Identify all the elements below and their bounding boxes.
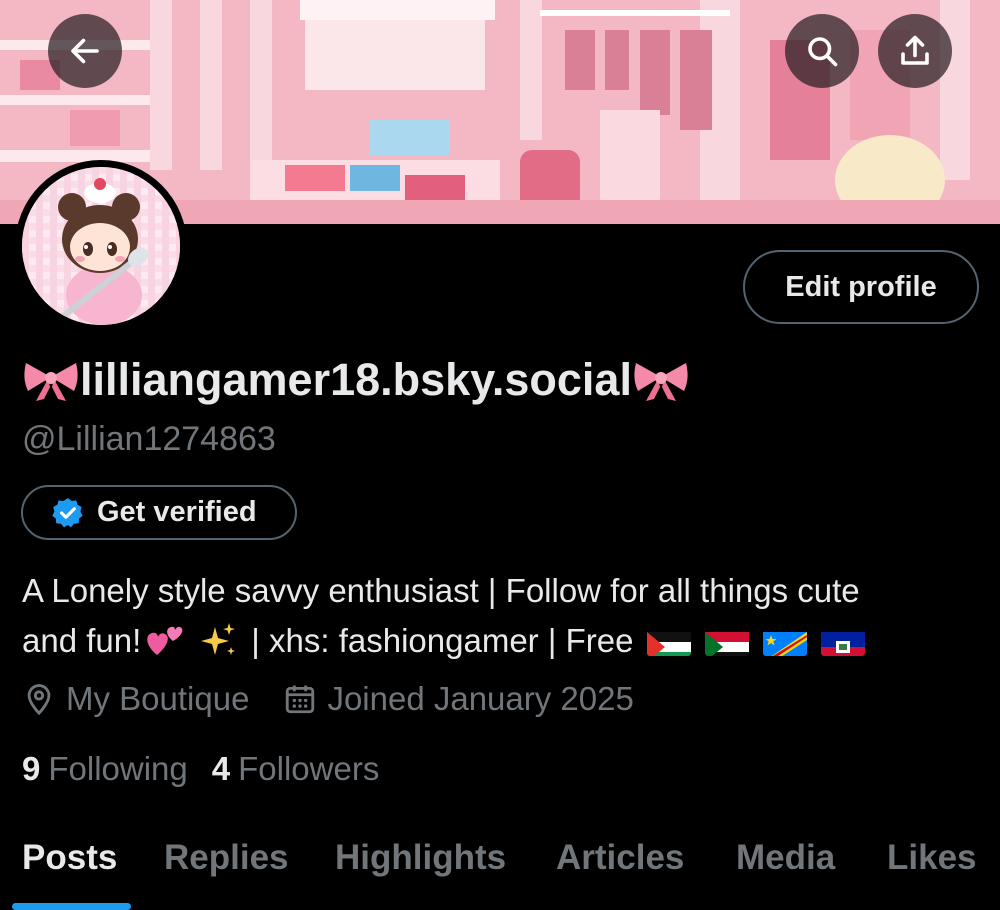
tab-articles[interactable]: Articles (556, 838, 684, 878)
avatar-illustration (22, 167, 180, 325)
follow-stats: 9 Following 4 Followers (22, 750, 403, 788)
display-name: lilliangamer18.bsky.social (22, 354, 690, 406)
share-icon (901, 35, 929, 65)
bio-text-b: | xhs: fashiongamer | Free (251, 622, 634, 659)
get-verified-label: Get verified (97, 496, 257, 528)
following-label: Following (48, 750, 188, 787)
sparkles-icon (201, 623, 236, 655)
ribbon-bow-icon (634, 363, 688, 401)
profile-bio: A Lonely style savvy enthusiast | Follow… (22, 566, 997, 666)
location-text: My Boutique (66, 680, 250, 717)
search-icon (808, 37, 838, 67)
joined-text: Joined January 2025 (327, 680, 634, 717)
dr-congo-flag-icon (763, 626, 808, 656)
profile-tabs: Posts Replies Highlights Articles Media … (0, 830, 1000, 910)
following-count: 9 (22, 750, 41, 787)
followers-count: 4 (211, 750, 231, 787)
tab-likes[interactable]: Likes (887, 838, 977, 878)
tab-posts[interactable]: Posts (22, 838, 117, 878)
tab-highlights[interactable]: Highlights (335, 838, 506, 878)
display-name-text: lilliangamer18.bsky.social (80, 354, 632, 405)
joined-item: Joined January 2025 (283, 680, 634, 718)
arrow-left-icon (71, 38, 99, 64)
user-handle: @Lillian1274863 (22, 420, 276, 458)
following-link[interactable]: 9 Following (22, 750, 188, 788)
haiti-flag-icon (821, 626, 866, 656)
location-item: My Boutique (22, 680, 249, 718)
followers-link[interactable]: 4 Followers (212, 750, 380, 788)
edit-profile-button[interactable]: Edit profile (743, 250, 979, 324)
ribbon-bow-icon (24, 363, 78, 401)
followers-label: Followers (238, 750, 380, 787)
search-button[interactable] (785, 14, 859, 88)
avatar[interactable] (15, 160, 187, 332)
active-tab-indicator (12, 903, 131, 910)
calendar-icon (286, 685, 315, 714)
palestine-flag-icon (647, 626, 692, 656)
bio-line-2: and fun! | xhs: fashiongamer | Free (22, 616, 997, 666)
sudan-flag-icon (705, 626, 750, 656)
tab-media[interactable]: Media (736, 838, 835, 878)
share-button[interactable] (878, 14, 952, 88)
profile-meta: My Boutique Joined January 2025 (22, 680, 668, 718)
tab-replies[interactable]: Replies (164, 838, 289, 878)
two-hearts-icon (147, 626, 183, 655)
back-button[interactable] (48, 14, 122, 88)
bio-text-a: and fun! (22, 622, 142, 659)
bio-line-1: A Lonely style savvy enthusiast | Follow… (22, 572, 860, 609)
get-verified-button[interactable]: Get verified (21, 485, 297, 540)
verified-badge-icon (52, 497, 83, 527)
location-pin-icon (27, 684, 51, 716)
